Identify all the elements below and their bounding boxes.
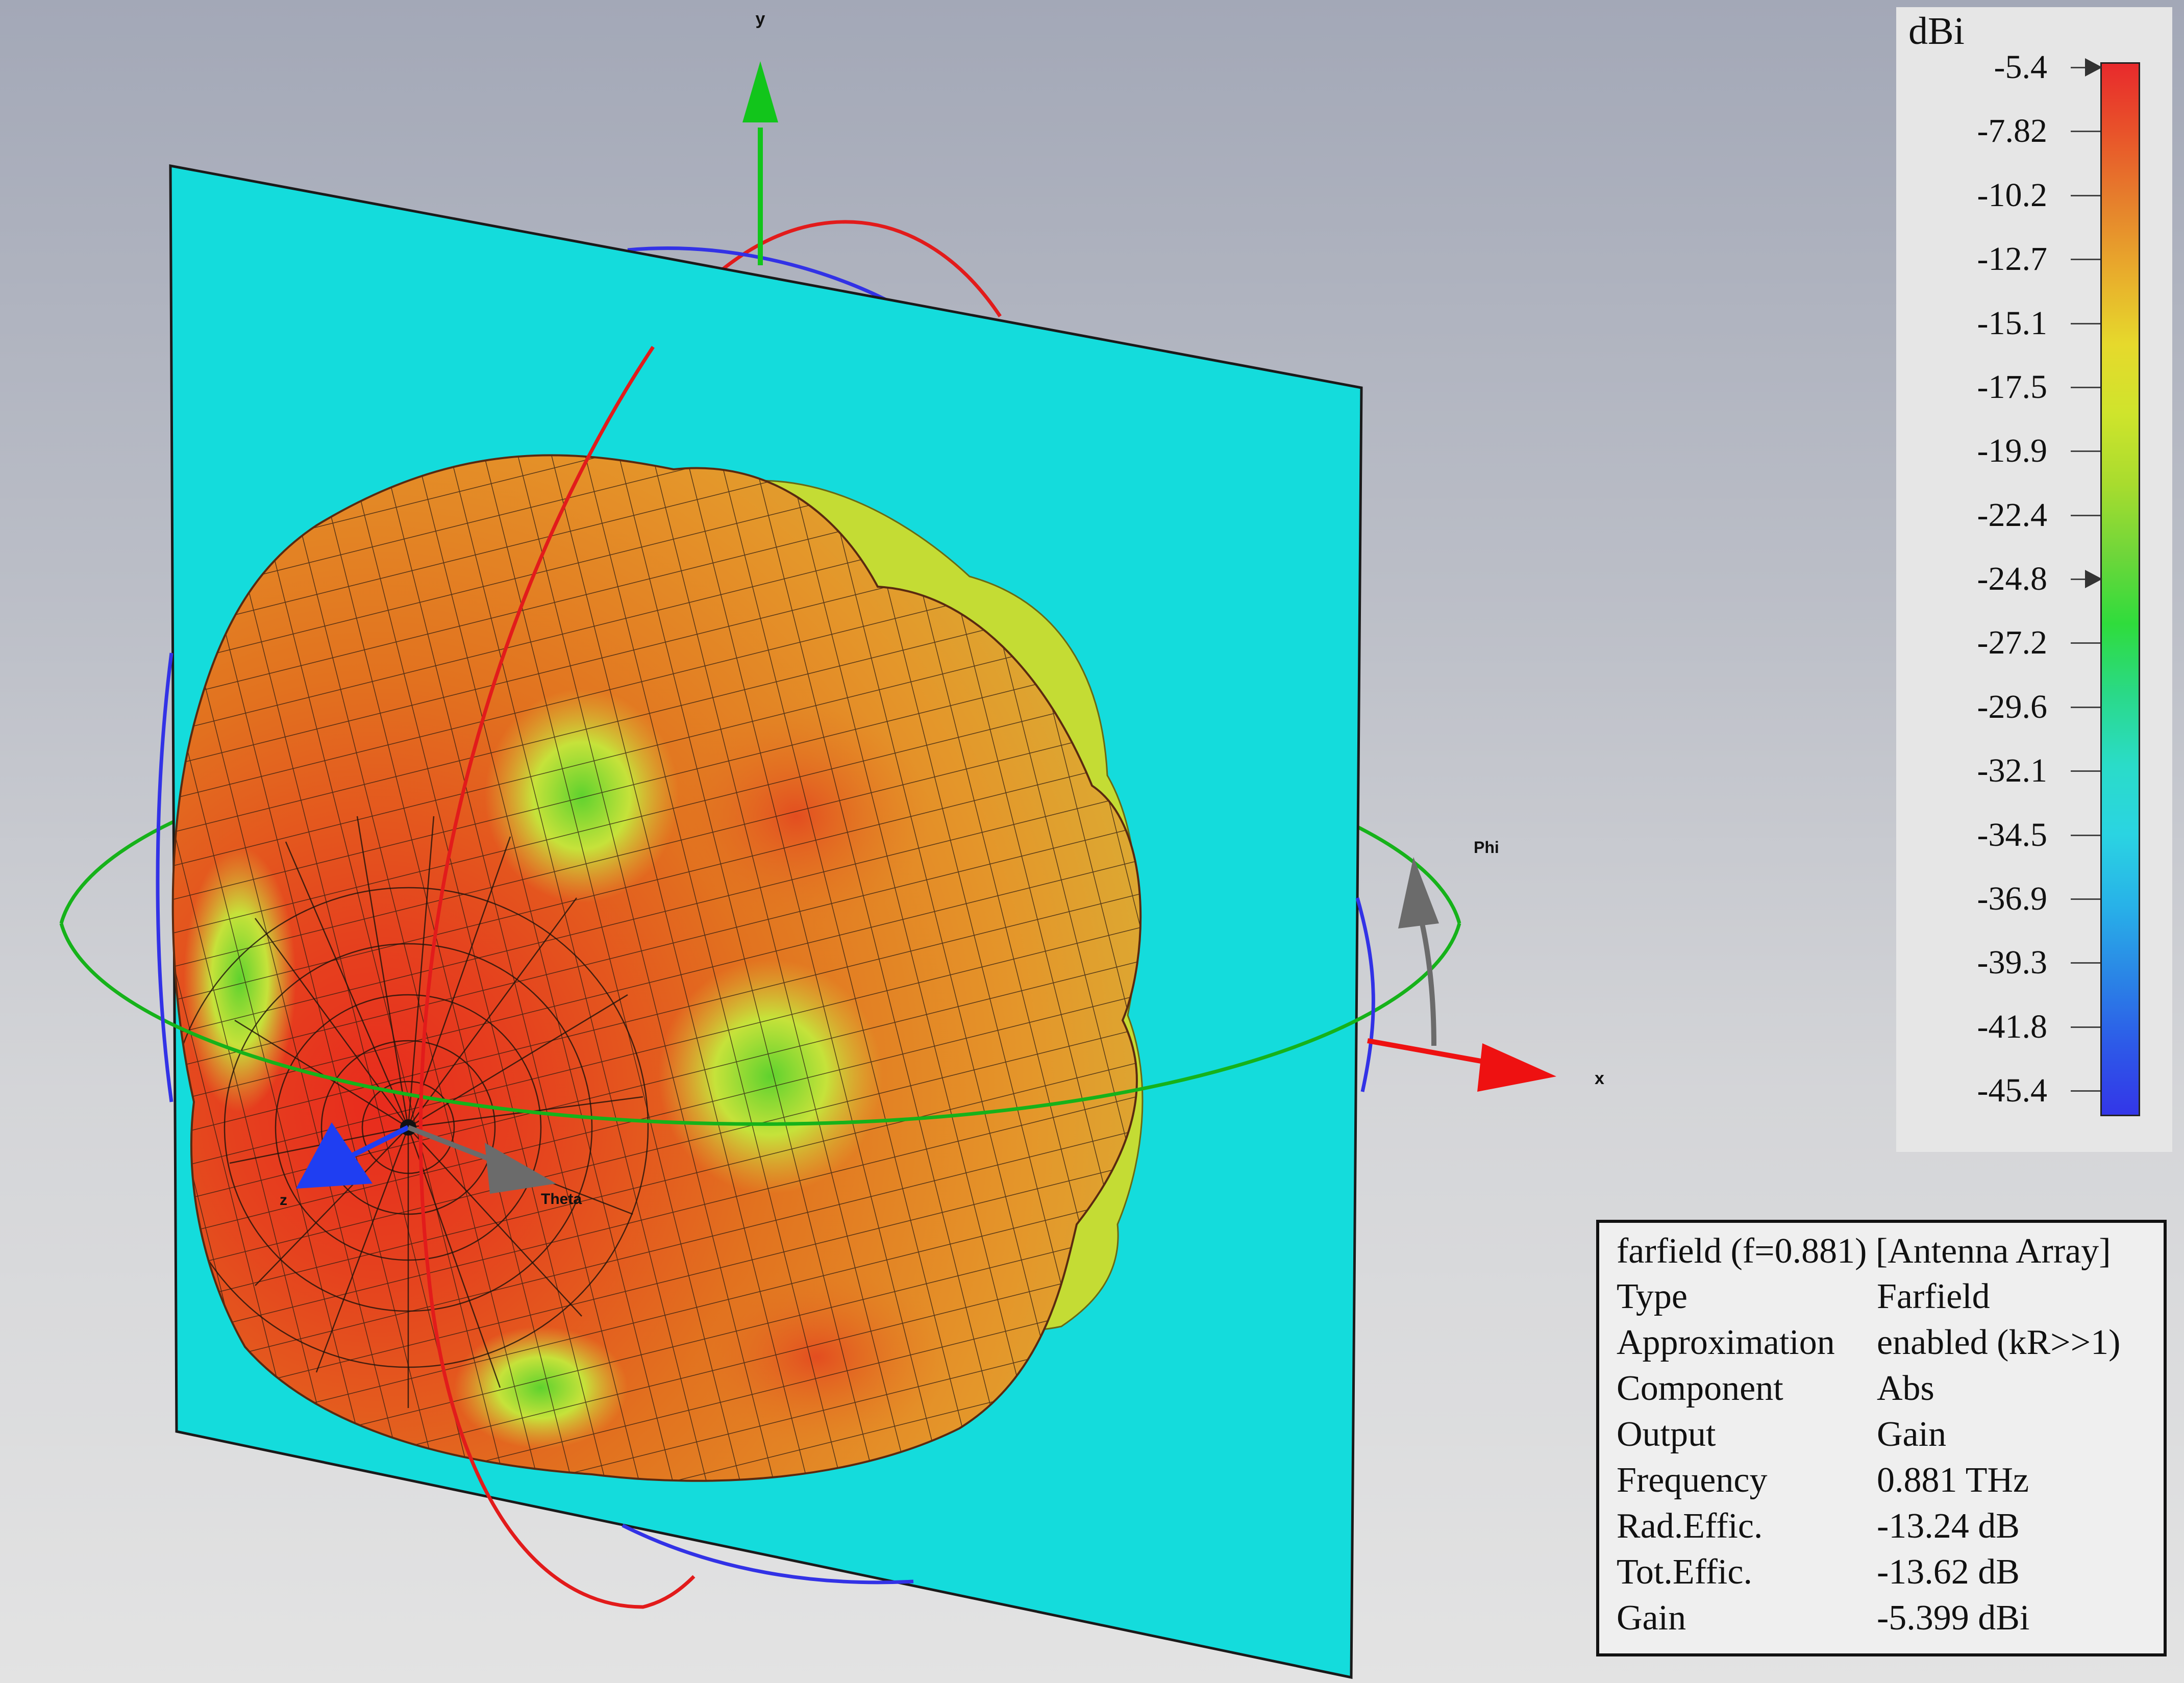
legend-tick-label: -45.4 — [1977, 1072, 2047, 1109]
z-axis-label: z — [280, 1192, 287, 1209]
phi-label: Phi — [1474, 838, 1499, 857]
legend-tick-line — [2071, 834, 2100, 836]
legend-tick: -17.5 — [1896, 367, 2100, 408]
info-value: enabled (kR>>1) — [1877, 1323, 2121, 1362]
legend-tick-line — [2071, 1026, 2100, 1028]
legend-tick-label: -10.2 — [1977, 176, 2047, 214]
legend-tick-label: -41.8 — [1977, 1008, 2047, 1045]
legend-tick-line — [2071, 770, 2100, 772]
legend-tick-line — [2071, 386, 2100, 388]
legend-range-marker-icon[interactable] — [2085, 570, 2102, 588]
legend-range-marker-icon[interactable] — [2085, 58, 2102, 77]
info-title: farfield (f=0.881) [Antenna Array] — [1617, 1232, 2111, 1271]
info-row: Output Gain — [1617, 1412, 2157, 1458]
legend-tick-line — [2071, 194, 2100, 196]
info-row: Tot.Effic. -13.62 dB — [1617, 1549, 2157, 1595]
info-key: Output — [1617, 1415, 1716, 1454]
info-key: Tot.Effic. — [1617, 1552, 1752, 1592]
legend-tick: -22.4 — [1896, 495, 2100, 536]
legend-tick-label: -27.2 — [1977, 624, 2047, 662]
legend-tick-line — [2071, 642, 2100, 644]
info-row: Type Farfield — [1617, 1274, 2157, 1320]
info-value: Farfield — [1877, 1277, 1990, 1316]
legend-tick-label: -24.8 — [1977, 560, 2047, 597]
legend-tick-line — [2071, 962, 2100, 964]
legend-ticks: -5.4 -7.82 -10.2 -12.7 -15.1 -17.5 -19.9 -22.4 -… — [1896, 7, 2172, 1152]
legend-tick: -36.9 — [1896, 878, 2100, 919]
legend-tick-line — [2071, 259, 2100, 261]
info-value: -13.62 dB — [1877, 1552, 2020, 1592]
legend-tick: -45.4 — [1896, 1070, 2100, 1111]
info-value: 0.881 THz — [1877, 1461, 2029, 1500]
info-key: Rad.Effic. — [1617, 1506, 1763, 1546]
legend-tick: -29.6 — [1896, 687, 2100, 727]
legend-tick-label: -36.9 — [1977, 880, 2047, 917]
legend-tick-label: -15.1 — [1977, 304, 2047, 342]
legend-tick-label: -19.9 — [1977, 432, 2047, 470]
info-row: Gain -5.399 dBi — [1617, 1595, 2157, 1641]
info-value: -5.399 dBi — [1877, 1598, 2030, 1638]
legend-tick: -27.2 — [1896, 622, 2100, 663]
info-row: Rad.Effic. -13.24 dB — [1617, 1503, 2157, 1549]
legend-tick-line — [2071, 514, 2100, 516]
y-axis-arrow — [742, 61, 778, 122]
legend-tick-line — [2071, 450, 2100, 453]
info-key: Component — [1617, 1369, 1783, 1408]
info-row: Component Abs — [1617, 1366, 2157, 1412]
legend-tick: -39.3 — [1896, 942, 2100, 983]
blue-circle-left — [156, 652, 173, 1102]
legend-tick: -24.8 — [1896, 559, 2102, 599]
x-axis-arrow — [1477, 1043, 1556, 1092]
info-row: Frequency 0.881 THz — [1617, 1458, 2157, 1503]
legend-tick-line — [2071, 322, 2100, 324]
x-axis-label: x — [1595, 1069, 1604, 1088]
color-legend: dBi -5.4 -7.82 -10.2 -12.7 -15.1 -17.5 -19.9 -2… — [1896, 7, 2172, 1152]
legend-tick-label: -7.82 — [1977, 112, 2047, 150]
legend-tick: -32.1 — [1896, 750, 2100, 791]
theta-label: Theta — [541, 1191, 582, 1208]
legend-tick: -7.82 — [1896, 111, 2100, 152]
legend-tick-label: -34.5 — [1977, 816, 2047, 853]
legend-tick: -19.9 — [1896, 431, 2100, 471]
farfield-info-box: farfield (f=0.881) [Antenna Array] Type F… — [1596, 1220, 2167, 1656]
legend-tick-label: -29.6 — [1977, 688, 2047, 725]
legend-tick-line — [2071, 706, 2100, 708]
legend-tick-line — [2071, 898, 2100, 900]
y-axis-label: y — [756, 9, 765, 29]
info-key: Gain — [1617, 1598, 1686, 1638]
info-key: Frequency — [1617, 1461, 1768, 1500]
info-value: Gain — [1877, 1415, 1947, 1454]
legend-tick: -41.8 — [1896, 1007, 2100, 1047]
legend-tick: -15.1 — [1896, 303, 2100, 344]
legend-tick-label: -5.4 — [1994, 48, 2047, 86]
legend-tick: -10.2 — [1896, 175, 2100, 216]
blue-circle-right — [1355, 897, 1375, 1092]
legend-tick-label: -17.5 — [1977, 368, 2047, 406]
legend-tick: -12.7 — [1896, 239, 2100, 280]
legend-tick-label: -39.3 — [1977, 944, 2047, 982]
legend-tick-label: -32.1 — [1977, 752, 2047, 790]
legend-tick-label: -12.7 — [1977, 240, 2047, 278]
legend-tick-label: -22.4 — [1977, 496, 2047, 534]
legend-tick-line — [2071, 1090, 2100, 1092]
legend-tick: -34.5 — [1896, 815, 2100, 856]
legend-tick: -5.4 — [1896, 47, 2102, 88]
info-value: -13.24 dB — [1877, 1506, 2020, 1546]
info-value: Abs — [1877, 1369, 1934, 1408]
info-row: Approximation enabled (kR>>1) — [1617, 1320, 2157, 1366]
info-key: Type — [1617, 1277, 1687, 1316]
legend-tick-line — [2071, 131, 2100, 133]
info-key: Approximation — [1617, 1323, 1835, 1362]
